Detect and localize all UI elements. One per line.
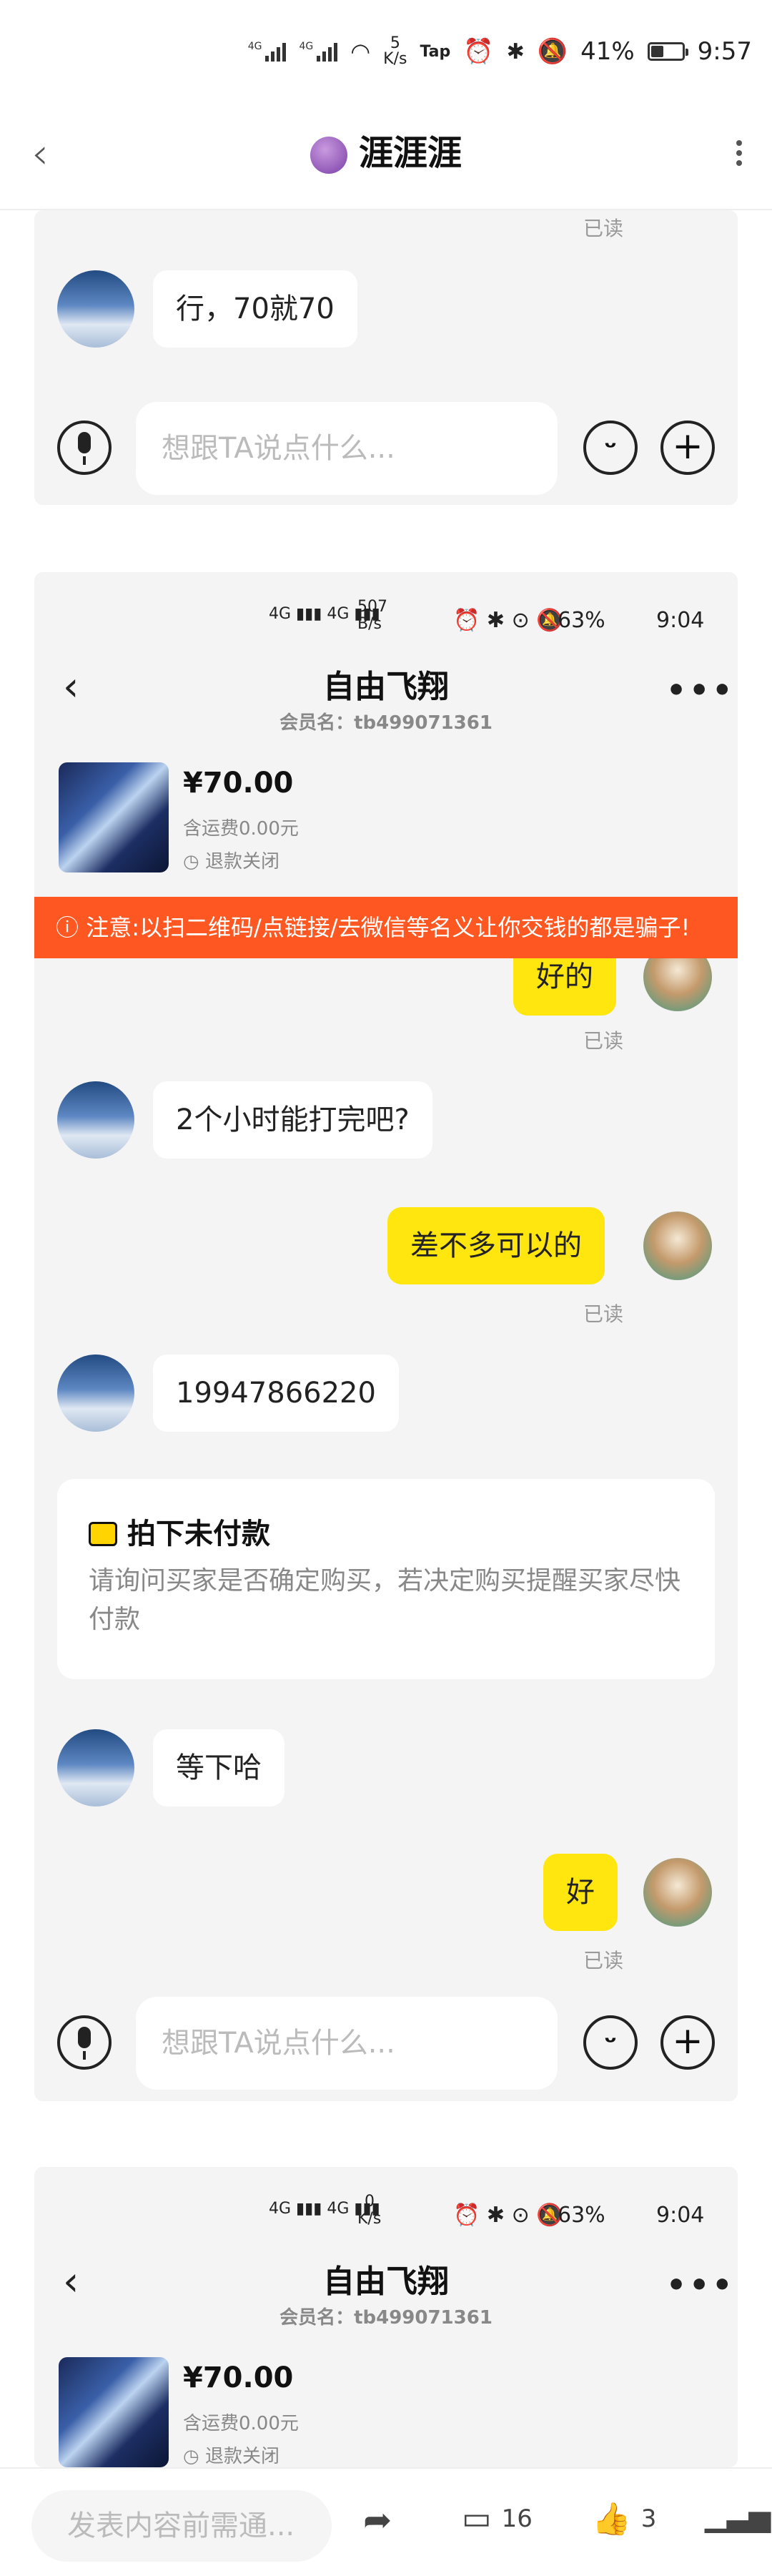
comment-count: 16 xyxy=(501,2504,533,2533)
author-avatar xyxy=(310,137,347,174)
more-horizontal-icon[interactable]: ••• xyxy=(666,2267,735,2304)
message-bubble: 行，70就70 xyxy=(153,270,357,348)
member-name: 会员名：tb499071361 xyxy=(279,2307,493,2329)
wallet-icon xyxy=(89,1522,117,1546)
status-icons: ⏰ ✱ ⊙ 🔕 xyxy=(453,2203,563,2228)
battery-percent: 41% xyxy=(580,37,635,66)
product-thumbnail[interactable] xyxy=(59,762,169,872)
screenshot-panel-3: 4G ▮▮▮ 4G ▮▮▮ 0 K/s ⏰ ✱ ⊙ 🔕 63% 9:04 ‹ 自… xyxy=(34,2167,738,2467)
message-bubble: 19947866220 xyxy=(153,1355,399,1432)
emoji-icon[interactable]: ᵕ xyxy=(583,421,638,475)
screenshot-panel-2: 4G ▮▮▮ 4G ▮▮▮ 507 B/s ⏰ ✱ ⊙ 🔕 63% 9:04 ‹… xyxy=(34,572,738,2101)
system-card: 拍下未付款 请询问买家是否确定购买，若决定购买提醒买家尽快付款 xyxy=(57,1479,715,1679)
product-price: ¥70.00 xyxy=(183,2361,294,2394)
bluetooth-icon: ✱ xyxy=(506,39,525,64)
screenshot-panel-1: 已读 行，70就70 想跟TA说点什么... ᵕ + xyxy=(34,210,738,505)
stats-button[interactable]: ▁▃▅ xyxy=(705,2500,771,2533)
product-thumbnail[interactable] xyxy=(59,2357,169,2467)
member-name: 会员名：tb499071361 xyxy=(279,712,493,734)
page-header: ‹ 涯涯涯 xyxy=(0,107,772,210)
message-bubble-mine: 差不多可以的 xyxy=(387,1207,605,1284)
message-bubble: 2个小时能打完吧? xyxy=(153,1081,432,1159)
shipping-fee: 含运费0.00元 xyxy=(183,818,299,840)
comment-button[interactable]: ▭ 16 xyxy=(462,2500,533,2537)
page-title: 涯涯涯 xyxy=(0,124,772,174)
card-text: 请询问买家是否确定购买，若决定购买提醒买家尽快付款 xyxy=(89,1566,681,1634)
refund-status: ◷ 退款关闭 xyxy=(183,2446,279,2467)
read-receipt: 已读 xyxy=(583,217,624,240)
bottom-action-bar: 发表内容前需通... ➦ ▭ 16 👍 3 ▁▃▅ xyxy=(0,2467,772,2576)
plus-icon[interactable]: + xyxy=(660,2015,715,2070)
like-count: 3 xyxy=(640,2504,657,2533)
thumbs-up-icon: 👍 xyxy=(592,2501,631,2537)
microphone-icon[interactable] xyxy=(57,2015,112,2070)
contact-avatar xyxy=(57,1355,134,1432)
share-icon: ➦ xyxy=(363,2500,392,2540)
shipping-fee: 含运费0.00元 xyxy=(183,2413,299,2434)
like-button[interactable]: 👍 3 xyxy=(592,2500,656,2537)
my-avatar xyxy=(643,1858,712,1927)
net-speed: 5 K/s xyxy=(383,34,407,68)
inner-status-bar: 4G ▮▮▮ 4G ▮▮▮ 507 B/s ⏰ ✱ ⊙ 🔕 63% 9:04 xyxy=(269,598,705,634)
fraud-warning-banner: ⓘ 注意:以扫二维码/点链接/去微信等名义让你交钱的都是骗子! xyxy=(34,897,738,958)
cell-signal-2-icon: 4G xyxy=(299,41,338,62)
share-button[interactable]: ➦ xyxy=(363,2500,392,2540)
mute-bell-icon: 🔕 xyxy=(537,37,568,66)
message-input[interactable]: 想跟TA说点什么... xyxy=(136,402,558,495)
bar-chart-icon: ▁▃▅ xyxy=(705,2500,771,2533)
read-receipt: 已读 xyxy=(583,1029,624,1053)
clock: 9:57 xyxy=(697,37,752,66)
my-avatar xyxy=(643,1211,712,1280)
message-bubble-mine: 好 xyxy=(543,1854,618,1931)
cell-signal-icon: 4G xyxy=(248,41,287,62)
inner-status-bar: 4G ▮▮▮ 4G ▮▮▮ 0 K/s ⏰ ✱ ⊙ 🔕 63% 9:04 xyxy=(269,2193,705,2228)
chat-title: 自由飞翔 xyxy=(323,669,449,705)
alarm-icon: ⏰ xyxy=(463,37,494,66)
more-horizontal-icon[interactable]: ••• xyxy=(666,672,735,709)
read-receipt: 已读 xyxy=(583,1302,624,1326)
emoji-icon[interactable]: ᵕ xyxy=(583,2015,638,2070)
more-vertical-icon[interactable] xyxy=(736,136,743,170)
comment-icon: ▭ xyxy=(462,2500,492,2537)
contact-avatar xyxy=(57,270,134,348)
microphone-icon[interactable] xyxy=(57,421,112,475)
tap-indicator: Tap xyxy=(420,42,451,61)
status-icons: ⏰ ✱ ⊙ 🔕 xyxy=(453,608,563,633)
wifi-icon: ◠ xyxy=(350,38,371,65)
contact-avatar xyxy=(57,1081,134,1159)
read-receipt: 已读 xyxy=(583,1949,624,1972)
product-price: ¥70.00 xyxy=(183,767,294,800)
chat-title: 自由飞翔 xyxy=(323,2263,449,2300)
battery-icon xyxy=(647,42,688,61)
plus-icon[interactable]: + xyxy=(660,421,715,475)
contact-avatar xyxy=(57,1729,134,1806)
comment-input[interactable]: 发表内容前需通... xyxy=(31,2490,332,2562)
message-input[interactable]: 想跟TA说点什么... xyxy=(136,1997,558,2090)
message-bubble: 等下哈 xyxy=(153,1729,284,1806)
status-bar: 4G 4G ◠ 5 K/s Tap ⏰ ✱ 🔕 41% 9:57 xyxy=(0,0,772,107)
card-title: 拍下未付款 xyxy=(89,1510,270,1552)
refund-status: ◷ 退款关闭 xyxy=(183,851,279,872)
